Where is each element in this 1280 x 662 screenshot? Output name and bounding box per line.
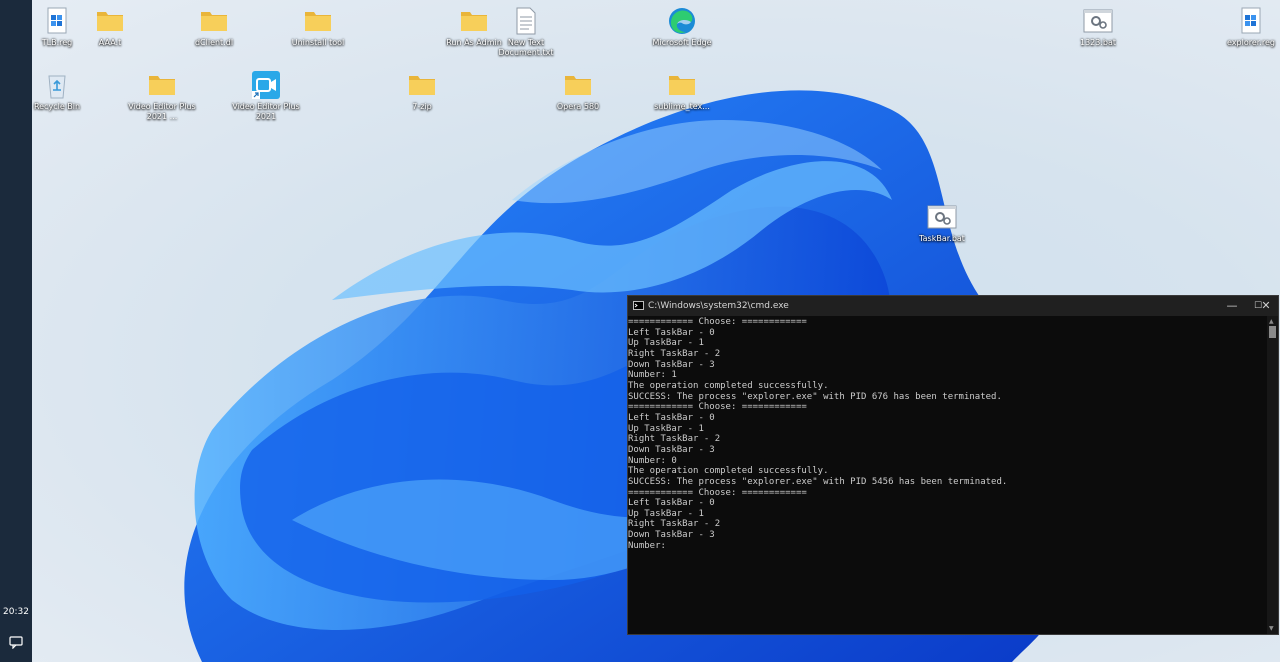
desktop-icon-7zip[interactable]: 7-zip (387, 70, 457, 112)
folder-icon (409, 76, 435, 95)
console-line: Down TaskBar - 3 (628, 359, 715, 370)
desktop-icon-label: Video Editor Plus 2021 (232, 102, 300, 121)
console-line: SUCCESS: The process "explorer.exe" with… (628, 476, 1008, 487)
taskbar-clock[interactable]: 20:32 (0, 607, 32, 617)
cmd-window[interactable]: C:\Windows\system32\cmd.exe — ☐ ✕ ======… (627, 295, 1279, 635)
desktop-icon-label: New Text Document.txt (498, 38, 554, 57)
desktop-icon-label: 1323.bat (1079, 38, 1117, 47)
folder-icon (461, 12, 487, 31)
console-line: ============ Choose: ============ (628, 317, 807, 327)
desktop-icon-video-editor-folder[interactable]: Video Editor Plus 2021 ... (127, 70, 197, 122)
console-line: Number: (628, 540, 666, 551)
console-line: Up TaskBar - 1 (628, 423, 704, 434)
desktop-icon-sublime-text[interactable]: sublime_tex... (647, 70, 717, 112)
desktop-icon-label: 7-zip (412, 102, 432, 111)
desktop-icon-label: Microsoft Edge (652, 38, 712, 47)
folder-icon (201, 12, 227, 31)
console-line: Up TaskBar - 1 (628, 338, 704, 349)
desktop-icon-label: AAA.t (98, 38, 122, 47)
desktop-icon-label: explorer.reg (1227, 38, 1275, 47)
cmd-titlebar[interactable]: C:\Windows\system32\cmd.exe — ☐ ✕ (628, 296, 1278, 316)
console-line: Left TaskBar - 0 (628, 327, 715, 338)
desktop-icon-new-text-document[interactable]: New Text Document.txt (491, 6, 561, 58)
scroll-down-arrow-icon[interactable]: ▼ (1269, 625, 1274, 632)
folder-icon (305, 12, 331, 31)
bat-file-icon (927, 205, 957, 229)
desktop-icon-label: TaskBar.bat (919, 234, 965, 243)
video-editor-icon (252, 71, 280, 99)
scroll-thumb[interactable] (1269, 326, 1276, 338)
console-line: Up TaskBar - 1 (628, 508, 704, 519)
reg-file-icon (47, 7, 67, 34)
desktop-icon-taskbar-bat[interactable]: TaskBar.bat (907, 202, 977, 244)
edge-icon (669, 8, 695, 34)
cmd-app-icon (633, 301, 644, 310)
desktop-icon-aaa[interactable]: AAA.t (75, 6, 145, 48)
desktop-icon-recycle-bin[interactable]: Recycle Bin (22, 70, 92, 112)
folder-icon (669, 76, 695, 95)
recycle-bin-icon (48, 75, 66, 99)
folder-icon (565, 76, 591, 95)
console-line: Down TaskBar - 3 (628, 444, 715, 455)
folder-icon (97, 12, 123, 31)
desktop-icon-label: Opera 580 (556, 102, 600, 111)
desktop-icon-dclient[interactable]: dClient.dl (179, 6, 249, 48)
desktop-icon-1323-bat[interactable]: 1323.bat (1063, 6, 1133, 48)
console-line: Left TaskBar - 0 (628, 412, 715, 423)
console-line: The operation completed successfully. (628, 466, 829, 477)
console-line: Right TaskBar - 2 (628, 348, 721, 359)
console-line: Down TaskBar - 3 (628, 530, 715, 541)
console-line: Right TaskBar - 2 (628, 519, 721, 530)
console-line: SUCCESS: The process "explorer.exe" with… (628, 391, 1002, 402)
console-line: Number: 1 (628, 370, 677, 381)
desktop-icon-label: Uninstall tool (291, 38, 345, 47)
desktop-icon-label: sublime_tex... (654, 102, 710, 111)
desktop-icon-label: Video Editor Plus 2021 ... (128, 102, 196, 121)
desktop-icon-video-editor-shortcut[interactable]: Video Editor Plus 2021 (231, 70, 301, 122)
notification-icon[interactable] (9, 636, 23, 649)
console-line: Right TaskBar - 2 (628, 434, 721, 445)
console-line: Number: 0 (628, 455, 677, 466)
console-line: ============ Choose: ============ (628, 487, 807, 498)
desktop-icon-label: dClient.dl (194, 38, 234, 47)
folder-icon (149, 76, 175, 95)
desktop-icon-label: Recycle Bin (33, 102, 81, 111)
desktop-icon-microsoft-edge[interactable]: Microsoft Edge (647, 6, 717, 48)
text-file-icon (516, 7, 536, 35)
console-line: ============ Choose: ============ (628, 402, 807, 413)
cmd-window-title: C:\Windows\system32\cmd.exe (648, 301, 789, 311)
desktop-icon-uninstall-tool[interactable]: Uninstall tool (283, 6, 353, 48)
console-line: Left TaskBar - 0 (628, 498, 715, 509)
desktop-icon-explorer-reg[interactable]: explorer.reg (1216, 6, 1280, 48)
console-line: The operation completed successfully. (628, 380, 829, 391)
reg-file-icon (1241, 7, 1261, 34)
bat-file-icon (1083, 9, 1113, 33)
scroll-up-arrow-icon[interactable]: ▲ (1269, 318, 1274, 325)
desktop-icon-opera[interactable]: Opera 580 (543, 70, 613, 112)
close-button[interactable]: ✕ (1252, 296, 1280, 316)
console-output[interactable]: ============ Choose: ============ Left Ta… (628, 316, 1266, 634)
console-scrollbar[interactable]: ▲ ▼ (1267, 316, 1278, 634)
